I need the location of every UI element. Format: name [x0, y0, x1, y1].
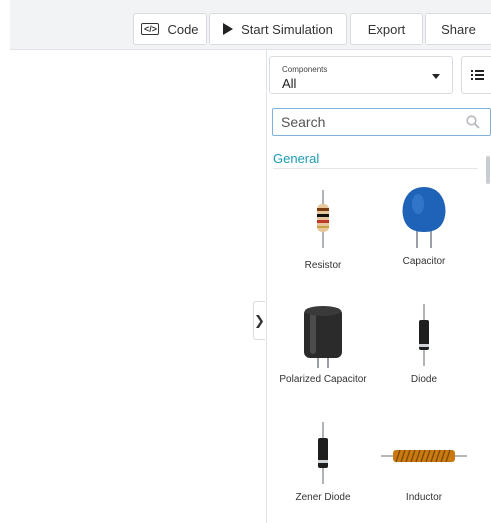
top-toolbar: </> Code Start Simulation Export Share	[10, 0, 491, 50]
share-label: Share	[441, 21, 476, 37]
share-button[interactable]: Share	[425, 13, 491, 45]
inductor-icon	[381, 449, 467, 463]
list-icon	[470, 70, 484, 80]
component-diode[interactable]: Diode	[374, 304, 474, 386]
list-view-button[interactable]	[461, 56, 491, 94]
component-label: Inductor	[405, 492, 443, 503]
components-panel: Components All General Resistor	[266, 50, 491, 523]
components-dropdown-value: All	[282, 76, 297, 91]
code-button-label: Code	[167, 21, 199, 37]
export-button[interactable]: Export	[350, 13, 423, 45]
polarized-capacitor-icon	[304, 306, 342, 368]
search-icon	[466, 115, 480, 129]
export-label: Export	[367, 21, 406, 37]
search-box	[272, 108, 491, 136]
diode-icon	[419, 304, 429, 366]
component-zener-diode[interactable]: Zener Diode	[273, 422, 373, 504]
collapse-panel-button[interactable]: ❯	[253, 301, 265, 340]
panel-scrollbar[interactable]	[486, 156, 490, 184]
workplane-canvas[interactable]	[10, 50, 266, 523]
start-simulation-label: Start Simulation	[241, 21, 333, 37]
component-inductor[interactable]: Inductor	[374, 422, 474, 504]
component-label: Polarized Capacitor	[279, 374, 367, 385]
search-input[interactable]	[273, 109, 463, 135]
zener-diode-icon	[318, 422, 328, 484]
component-label: Diode	[410, 374, 438, 385]
component-label: Capacitor	[402, 256, 446, 267]
start-simulation-button[interactable]: Start Simulation	[209, 13, 347, 45]
play-icon	[223, 23, 234, 35]
component-polarized-capacitor[interactable]: Polarized Capacitor	[273, 304, 373, 386]
components-dropdown[interactable]: Components All	[269, 56, 453, 94]
component-resistor[interactable]: Resistor	[273, 190, 373, 272]
resistor-icon	[317, 190, 329, 248]
code-button[interactable]: </> Code	[133, 13, 207, 45]
chevron-right-icon: ❯	[254, 312, 265, 328]
capacitor-icon	[402, 187, 446, 248]
components-dropdown-label: Components	[282, 65, 328, 74]
component-label: Zener Diode	[295, 492, 351, 503]
component-capacitor[interactable]: Capacitor	[374, 184, 474, 268]
section-title-general: General	[273, 151, 320, 166]
caret-down-icon	[432, 74, 440, 79]
code-icon: </>	[141, 23, 160, 35]
component-label: Resistor	[304, 260, 342, 271]
section-divider	[273, 168, 478, 169]
